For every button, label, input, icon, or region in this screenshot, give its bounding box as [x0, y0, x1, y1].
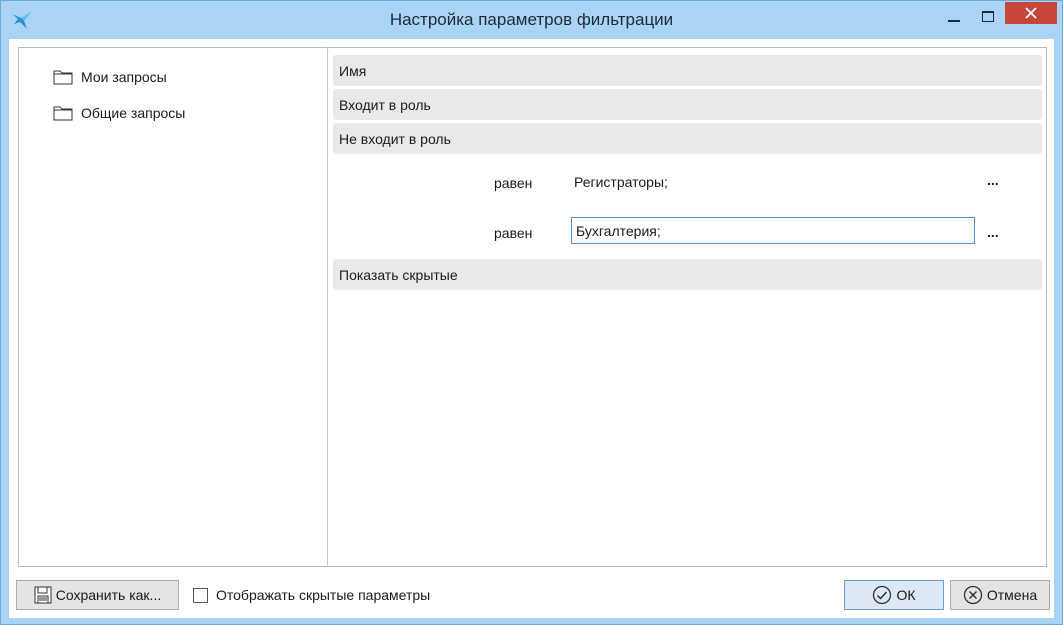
maximize-button[interactable]	[971, 1, 1005, 31]
filter-parameters-panel: Имя Входит в роль Не входит в роль равен…	[327, 47, 1047, 567]
tree-item-label: Мои запросы	[81, 69, 167, 85]
show-hidden-params-checkbox[interactable]: Отображать скрытые параметры	[193, 587, 430, 603]
ok-label: ОК	[896, 587, 916, 603]
browse-button[interactable]: ...	[987, 224, 999, 240]
query-tree: Мои запросы Общие запросы	[18, 47, 329, 567]
browse-button[interactable]: ...	[987, 172, 999, 188]
maximize-icon	[982, 10, 994, 22]
group-label: Имя	[339, 62, 367, 79]
folder-icon	[53, 70, 73, 85]
save-as-label: Сохранить как...	[55, 587, 162, 603]
group-show-hidden[interactable]: Показать скрытые	[333, 259, 1042, 290]
title-bar[interactable]: Настройка параметров фильтрации	[1, 1, 1062, 39]
group-label: Не входит в роль	[339, 130, 451, 147]
floppy-disk-icon	[34, 586, 52, 604]
condition-operator: равен	[494, 175, 533, 191]
tree-item-my-queries[interactable]: Мои запросы	[53, 66, 167, 88]
window-title: Настройка параметров фильтрации	[389, 10, 674, 29]
condition-value-input[interactable]: Бухгалтерия;	[571, 217, 975, 244]
group-not-in-role[interactable]: Не входит в роль	[333, 123, 1042, 154]
group-in-role[interactable]: Входит в роль	[333, 89, 1042, 120]
dialog-window: Настройка параметров фильтрации Мои запр…	[0, 0, 1063, 625]
ok-button[interactable]: ОК	[844, 580, 944, 610]
save-as-button[interactable]: Сохранить как...	[16, 580, 179, 610]
dialog-content: Мои запросы Общие запросы Имя Входит в р…	[9, 39, 1054, 618]
folder-icon	[53, 106, 73, 121]
tree-item-label: Общие запросы	[81, 105, 186, 121]
cancel-label: Отмена	[986, 587, 1038, 603]
minimize-button[interactable]	[937, 1, 971, 31]
close-button[interactable]	[1005, 2, 1057, 24]
close-icon	[1025, 7, 1037, 19]
condition-value[interactable]: Регистраторы;	[574, 174, 668, 190]
condition-value: Бухгалтерия;	[576, 222, 661, 239]
cancel-button[interactable]: Отмена	[950, 580, 1050, 610]
group-name[interactable]: Имя	[333, 55, 1042, 86]
minimize-icon	[948, 20, 960, 22]
checkbox-label: Отображать скрытые параметры	[216, 587, 431, 603]
group-label: Показать скрытые	[339, 266, 458, 283]
check-circle-icon	[873, 585, 892, 605]
condition-operator: равен	[494, 225, 533, 241]
tree-item-shared-queries[interactable]: Общие запросы	[53, 102, 185, 124]
cancel-circle-icon	[963, 585, 983, 605]
group-label: Входит в роль	[339, 96, 431, 113]
checkbox-box[interactable]	[193, 587, 208, 603]
